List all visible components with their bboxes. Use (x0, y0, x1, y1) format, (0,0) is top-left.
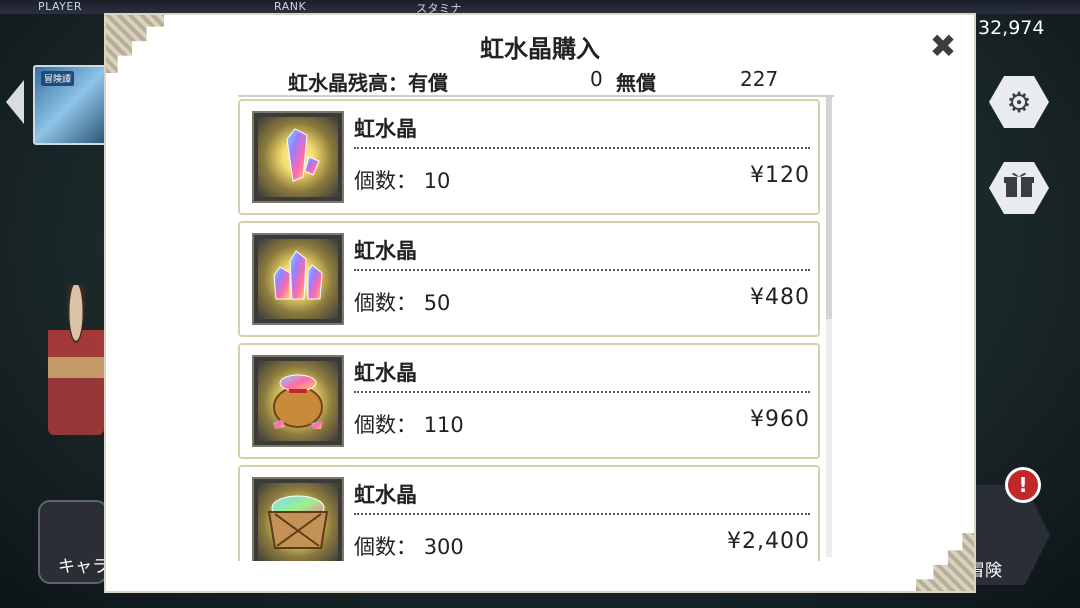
product-name: 虹水晶 (354, 361, 417, 385)
scrollbar-thumb[interactable] (826, 97, 832, 319)
product-price: ¥2,400 (727, 529, 810, 554)
product-list[interactable]: 虹水晶 個数： 10 ¥120 虹水晶 個数： 50 ¥480 虹水晶 個数： … (238, 95, 834, 561)
banner-badge: 冒険譚 (41, 71, 75, 86)
gift-icon (1004, 171, 1034, 206)
close-icon[interactable]: ✖ (928, 30, 958, 62)
product-price: ¥960 (750, 407, 810, 432)
product-count: 個数： 110 (354, 409, 464, 439)
product-item-300[interactable]: 虹水晶 個数： 300 ¥2,400 (238, 465, 820, 561)
crystal-cluster-icon (268, 249, 328, 309)
product-price: ¥480 (750, 285, 810, 310)
chara-menu-label: キャラ (58, 557, 109, 577)
balance-label: 虹水晶残高： (288, 71, 408, 95)
top-status-bar (0, 0, 1080, 14)
count-value: 10 (423, 169, 451, 193)
gear-icon: ⚙ (1006, 85, 1032, 119)
product-thumbnail (252, 477, 344, 561)
event-banner[interactable]: 冒険譚 (33, 65, 107, 145)
product-count: 個数： 10 (354, 165, 450, 195)
dotted-divider (354, 147, 810, 149)
count-label: 個数： (354, 535, 417, 559)
currency-display: 32,974 (978, 17, 1045, 39)
count-value: 300 (423, 535, 464, 559)
settings-button[interactable]: ⚙ (989, 76, 1049, 128)
product-thumbnail (252, 233, 344, 325)
dotted-divider (354, 513, 810, 515)
crystal-purchase-dialog: 虹水晶購入 ✖ 虹水晶残高： 有償 0 無償 227 虹水晶 個数： 10 ¥1… (104, 13, 976, 593)
product-price: ¥120 (750, 163, 810, 188)
count-label: 個数： (354, 413, 417, 437)
count-value: 50 (423, 291, 451, 315)
product-thumbnail (252, 111, 344, 203)
product-name: 虹水晶 (354, 239, 417, 263)
player-character (48, 285, 104, 435)
product-item-50[interactable]: 虹水晶 個数： 50 ¥480 (238, 221, 820, 337)
product-item-110[interactable]: 虹水晶 個数： 110 ¥960 (238, 343, 820, 459)
product-name: 虹水晶 (354, 483, 417, 507)
product-name: 虹水晶 (354, 117, 417, 141)
product-item-10[interactable]: 虹水晶 個数： 10 ¥120 (238, 99, 820, 215)
dialog-title: 虹水晶購入 (480, 35, 600, 63)
list-scrollbar[interactable] (826, 97, 832, 557)
alert-icon: ! (1005, 467, 1041, 503)
rank-label: RANK (274, 0, 307, 13)
count-label: 個数： (354, 291, 417, 315)
gift-box-button[interactable] (989, 162, 1049, 214)
product-thumbnail (252, 355, 344, 447)
crystal-crate-icon (265, 492, 331, 554)
crystal-bag-icon (267, 369, 329, 433)
count-value: 110 (423, 413, 464, 437)
product-count: 個数： 50 (354, 287, 450, 317)
free-label: 無償 (616, 71, 656, 95)
count-label: 個数： (354, 169, 417, 193)
paid-label: 有償 (408, 71, 448, 95)
dotted-divider (354, 391, 810, 393)
free-balance-value: 227 (740, 67, 779, 91)
crystal-small-icon (273, 127, 323, 187)
corner-ornament-bottom-right (916, 533, 974, 591)
player-label: PLAYER (38, 0, 82, 13)
product-count: 個数： 300 (354, 531, 464, 561)
banner-prev-arrow-icon[interactable] (6, 80, 24, 124)
paid-balance-value: 0 (590, 67, 603, 91)
dotted-divider (354, 269, 810, 271)
